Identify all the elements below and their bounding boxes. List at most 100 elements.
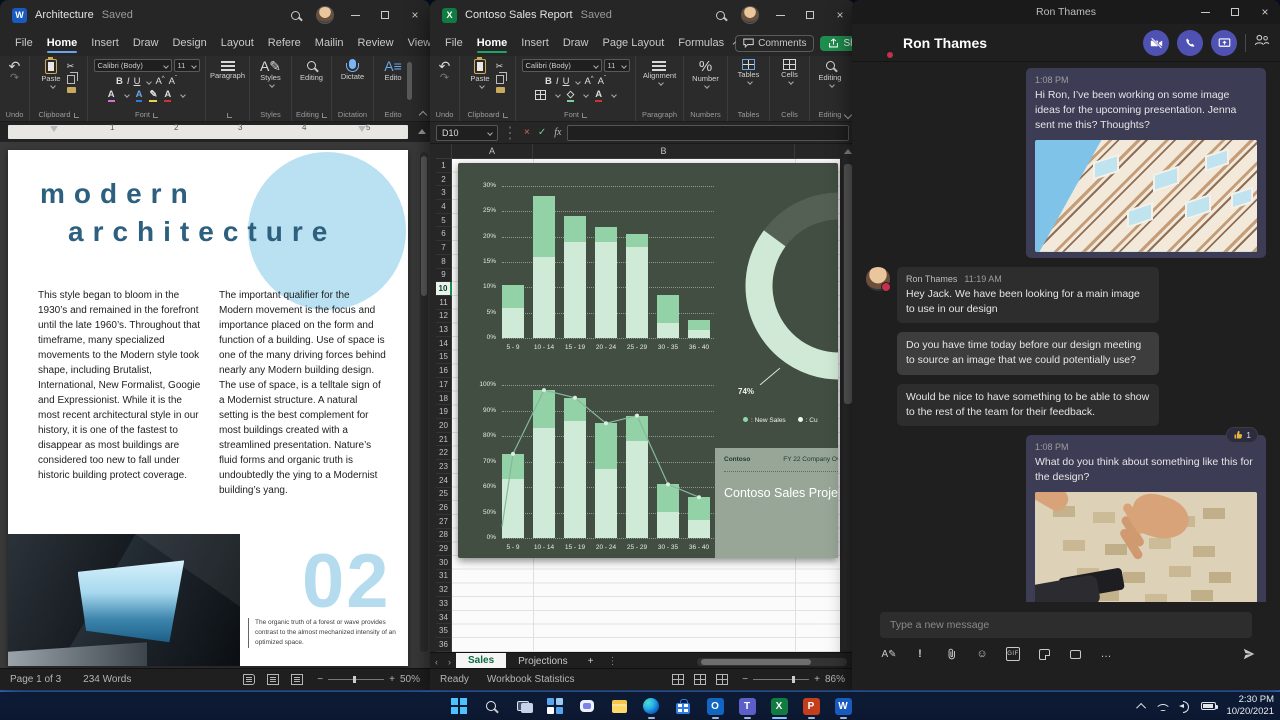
- text-effects-button[interactable]: A: [108, 89, 115, 100]
- word-scrollbar[interactable]: [420, 152, 428, 652]
- paragraph-button[interactable]: Paragraph: [210, 59, 245, 81]
- word-tab-file[interactable]: File: [8, 33, 40, 53]
- bold-button[interactable]: B: [545, 76, 552, 87]
- add-sheet-button[interactable]: +: [580, 656, 602, 667]
- zoom-out-button[interactable]: −: [317, 674, 323, 685]
- word-word-count[interactable]: 234 Words: [83, 674, 131, 685]
- font-size-select[interactable]: 11: [604, 59, 630, 72]
- copy-icon[interactable]: [67, 75, 75, 84]
- row-header-1[interactable]: 1: [436, 159, 452, 173]
- taskbar-powerpoint[interactable]: P: [800, 693, 822, 719]
- chat-image-building[interactable]: [1035, 140, 1257, 252]
- sheet-prev-arrow[interactable]: ‹: [430, 657, 443, 667]
- word-tab-review[interactable]: Review: [351, 33, 401, 53]
- reaction-badge[interactable]: 1: [1226, 427, 1258, 443]
- column-header-a[interactable]: A: [452, 144, 533, 159]
- scrollbar-thumb[interactable]: [421, 156, 427, 296]
- excel-tab-draw[interactable]: Draw: [556, 33, 596, 53]
- wifi-icon[interactable]: [1156, 701, 1169, 711]
- row-header-18[interactable]: 18: [436, 392, 452, 406]
- print-layout-icon[interactable]: [267, 674, 279, 685]
- dialog-launcher-icon[interactable]: [503, 113, 508, 118]
- format-icon[interactable]: A✎: [882, 647, 896, 661]
- row-header-26[interactable]: 26: [436, 501, 452, 515]
- fill-color-button[interactable]: ◇: [567, 89, 574, 100]
- read-mode-icon[interactable]: [243, 674, 255, 685]
- row-header-20[interactable]: 20: [436, 419, 452, 433]
- taskbar-clock[interactable]: 2:30 PM 10/20/2021: [1226, 694, 1274, 718]
- excel-tab-home[interactable]: Home: [470, 33, 515, 53]
- word-tab-design[interactable]: Design: [165, 33, 213, 53]
- row-header-15[interactable]: 15: [436, 351, 452, 365]
- row-header-35[interactable]: 35: [436, 624, 452, 638]
- word-page-indicator[interactable]: Page 1 of 3: [10, 674, 61, 685]
- redo-icon[interactable]: ↷: [440, 73, 449, 84]
- video-call-button[interactable]: [1143, 30, 1169, 56]
- excel-minimize-button[interactable]: [765, 0, 795, 30]
- page-layout-view-icon[interactable]: [694, 674, 706, 685]
- dialog-launcher-icon[interactable]: [322, 113, 327, 118]
- tray-overflow-chevron-icon[interactable]: [1137, 702, 1147, 712]
- row-header-33[interactable]: 33: [436, 597, 452, 611]
- more-options-icon[interactable]: …: [1099, 647, 1113, 661]
- italic-button[interactable]: I: [127, 76, 130, 87]
- row-header-27[interactable]: 27: [436, 515, 452, 529]
- dialog-launcher-icon[interactable]: [74, 113, 79, 118]
- taskbar-edge[interactable]: [640, 693, 662, 719]
- row-header-32[interactable]: 32: [436, 583, 452, 597]
- message-input[interactable]: [890, 619, 1242, 631]
- zoom-out-button[interactable]: −: [742, 674, 748, 685]
- word-tab-refere[interactable]: Refere: [261, 33, 308, 53]
- cells-button[interactable]: Cells: [781, 59, 798, 84]
- grow-font-button[interactable]: A^: [584, 76, 593, 87]
- row-header-19[interactable]: 19: [436, 405, 452, 419]
- row-header-3[interactable]: 3: [436, 186, 452, 200]
- word-tab-layout[interactable]: Layout: [214, 33, 261, 53]
- excel-tab-formulas[interactable]: Formulas: [671, 33, 731, 53]
- scrollbar-thumb[interactable]: [701, 659, 811, 665]
- undo-icon[interactable]: ↶: [439, 59, 451, 73]
- row-header-4[interactable]: 4: [436, 200, 452, 214]
- excel-chart-object[interactable]: : New Sales: Cu 74% Contoso FY 22 Compan…: [458, 163, 838, 558]
- row-header-13[interactable]: 13: [436, 323, 452, 337]
- row-header-9[interactable]: 9: [436, 269, 452, 283]
- row-header-29[interactable]: 29: [436, 542, 452, 556]
- zoom-slider-thumb[interactable]: [792, 676, 795, 683]
- editing-button[interactable]: Editing: [300, 59, 323, 83]
- row-header-11[interactable]: 11: [436, 296, 452, 310]
- dialog-launcher-icon[interactable]: [153, 113, 158, 118]
- shrink-font-button[interactable]: Aˇ: [598, 76, 606, 87]
- format-painter-icon[interactable]: [496, 87, 505, 93]
- word-tab-insert[interactable]: Insert: [84, 33, 126, 53]
- column-header-b[interactable]: B: [533, 144, 795, 159]
- word-tab-draw[interactable]: Draw: [126, 33, 166, 53]
- row-header-5[interactable]: 5: [436, 214, 452, 228]
- taskbar-task-view[interactable]: [512, 693, 534, 719]
- excel-tab-page-layout[interactable]: Page Layout: [595, 33, 671, 53]
- collapse-ribbon-button[interactable]: [419, 111, 427, 119]
- excel-maximize-button[interactable]: [795, 0, 825, 30]
- emoji-icon[interactable]: ☺: [975, 647, 989, 661]
- taskbar-word[interactable]: W: [832, 693, 854, 719]
- word-account-avatar[interactable]: [310, 0, 340, 30]
- ribbon-scroll-pill[interactable]: [407, 62, 412, 100]
- excel-tab-file[interactable]: File: [438, 33, 470, 53]
- word-page[interactable]: modern architecture This style began to …: [8, 150, 408, 666]
- underline-button[interactable]: U: [134, 76, 141, 87]
- formula-input[interactable]: [567, 125, 849, 141]
- highlight-button[interactable]: ✎: [149, 89, 157, 100]
- zoom-in-button[interactable]: +: [389, 674, 395, 685]
- word-close-button[interactable]: ×: [400, 0, 430, 30]
- architecture-photo[interactable]: [8, 534, 240, 666]
- send-icon[interactable]: [1242, 647, 1256, 661]
- audio-call-button[interactable]: [1177, 30, 1203, 56]
- row-header-28[interactable]: 28: [436, 529, 452, 543]
- scrollbar-thumb[interactable]: [844, 164, 852, 404]
- grow-font-button[interactable]: A^: [155, 76, 164, 87]
- row-header-22[interactable]: 22: [436, 446, 452, 460]
- row-header-23[interactable]: 23: [436, 460, 452, 474]
- gif-icon[interactable]: GIF: [1006, 647, 1020, 661]
- zoom-slider-thumb[interactable]: [353, 676, 356, 683]
- excel-tab-insert[interactable]: Insert: [514, 33, 556, 53]
- row-header-24[interactable]: 24: [436, 474, 452, 488]
